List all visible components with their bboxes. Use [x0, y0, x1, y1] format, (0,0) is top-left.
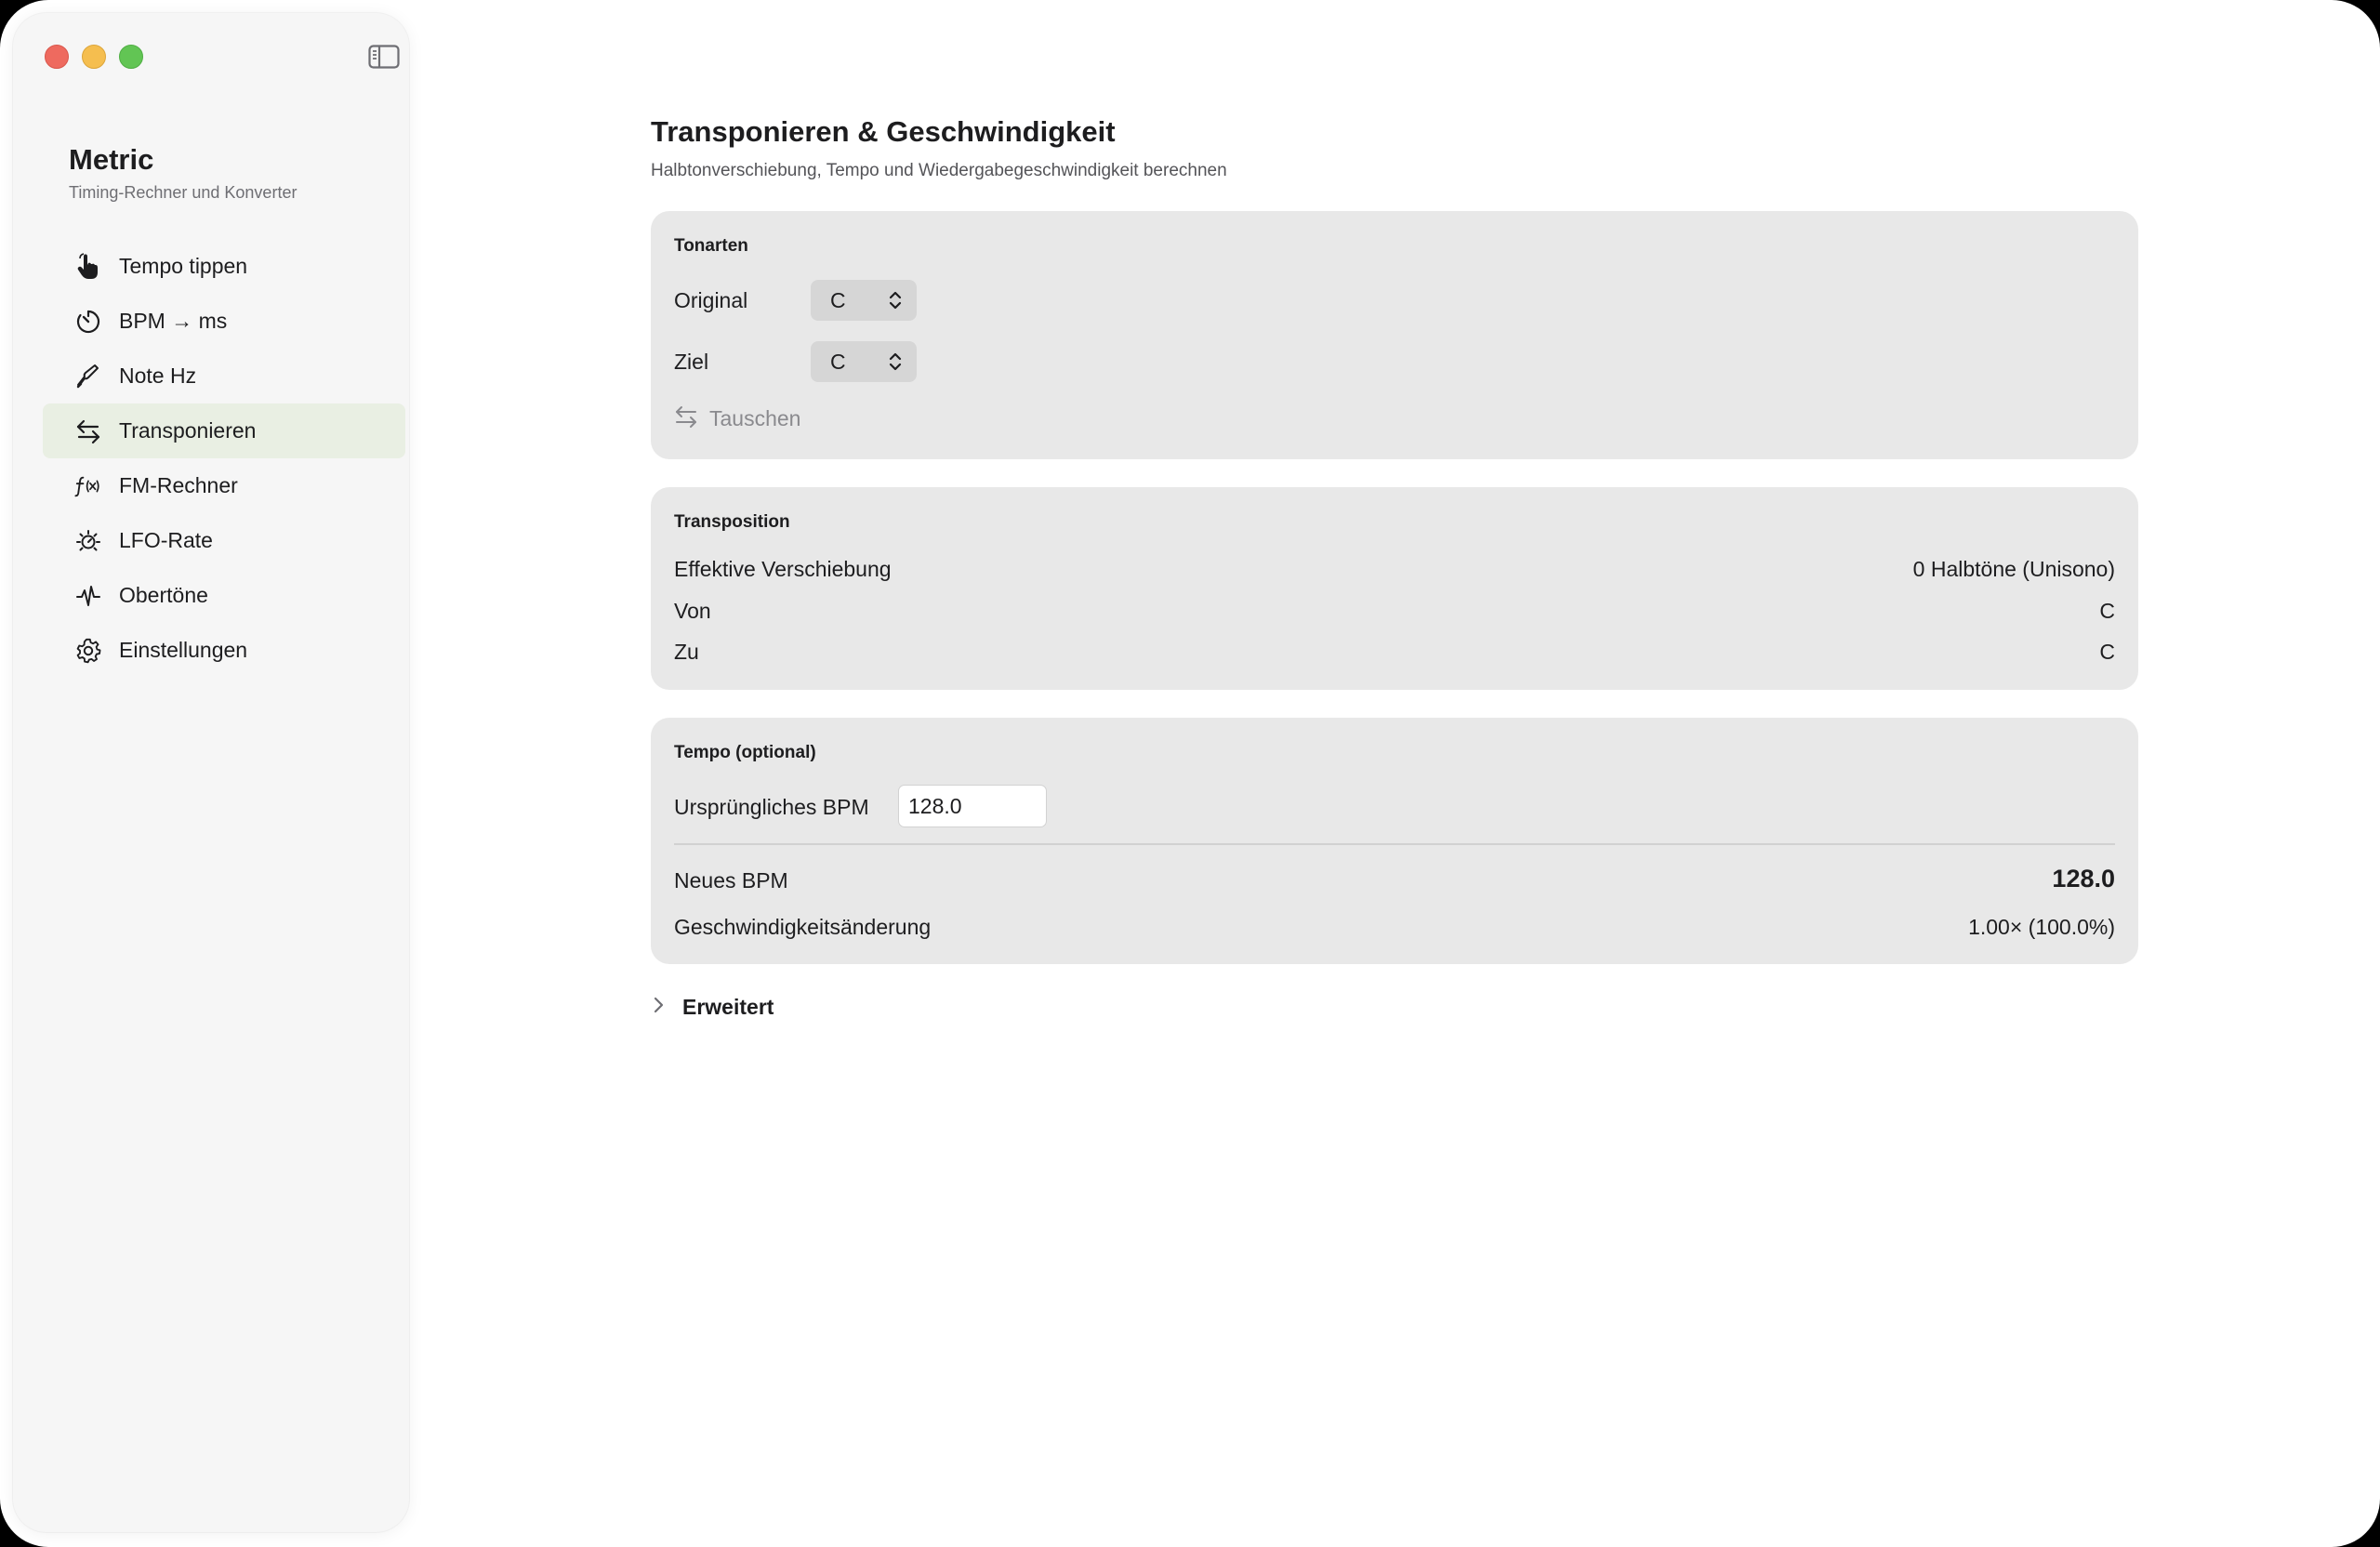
function-icon	[74, 472, 102, 500]
swap-arrows-icon	[74, 417, 102, 445]
original-bpm-label: Ursprüngliches BPM	[674, 795, 869, 819]
swap-arrows-icon	[674, 403, 698, 434]
sidebar-item-label: BPM → ms	[119, 309, 228, 333]
app-window: Metric Timing-Rechner und Konverter Temp…	[0, 0, 2380, 1547]
timer-icon	[74, 308, 102, 336]
original-key-label: Original	[674, 288, 748, 312]
chevron-right-icon	[651, 995, 666, 1020]
shift-value: 0 Halbtöne (Unisono)	[1912, 557, 2115, 581]
to-value: C	[2099, 640, 2115, 664]
sidebar-item-label: Obertöne	[119, 583, 208, 607]
new-bpm-value: 128.0	[2052, 865, 2115, 892]
tempo-card: Tempo (optional) Ursprüngliches BPM Neue…	[651, 718, 2138, 964]
original-bpm-input[interactable]	[898, 785, 1047, 827]
speed-change-label: Geschwindigkeitsänderung	[674, 915, 932, 939]
sidebar: Metric Timing-Rechner und Konverter Temp…	[13, 13, 409, 1532]
gear-icon	[74, 637, 102, 665]
minimize-window-button[interactable]	[82, 45, 106, 69]
waveform-icon	[74, 582, 102, 610]
sidebar-item-label: Tempo tippen	[119, 254, 248, 278]
shift-label: Effektive Verschiebung	[674, 557, 892, 581]
sidebar-item-label: Einstellungen	[119, 638, 248, 662]
target-key-select[interactable]: C	[811, 341, 917, 382]
from-value: C	[2099, 599, 2115, 623]
keys-card-title: Tonarten	[674, 236, 748, 256]
transposition-card-title: Transposition	[674, 512, 790, 532]
zoom-window-button[interactable]	[119, 45, 143, 69]
sidebar-item-label: LFO-Rate	[119, 528, 213, 552]
swap-button[interactable]: Tauschen	[674, 403, 800, 434]
page-subtitle: Halbtonverschiebung, Tempo und Wiedergab…	[651, 161, 1227, 180]
close-window-button[interactable]	[45, 45, 69, 69]
sidebar-item-bpm-ms[interactable]: BPM → ms	[43, 294, 405, 349]
target-key-value: C	[830, 350, 846, 374]
keys-card: Tonarten Original C Ziel C Tauschen	[651, 211, 2138, 459]
sun-dial-icon	[74, 527, 102, 555]
transposition-card: Transposition Effektive Verschiebung 0 H…	[651, 487, 2138, 690]
new-bpm-label: Neues BPM	[674, 868, 788, 892]
sidebar-item-obertoene[interactable]: Obertöne	[43, 568, 405, 623]
sidebar-item-label: Note Hz	[119, 364, 197, 388]
sidebar-item-label: Transponieren	[119, 418, 257, 443]
tempo-card-title: Tempo (optional)	[674, 743, 816, 762]
sidebar-item-lfo-rate[interactable]: LFO-Rate	[43, 513, 405, 568]
advanced-disclosure[interactable]: Erweitert	[651, 991, 774, 1023]
sidebar-item-einstellungen[interactable]: Einstellungen	[43, 623, 405, 678]
app-title: Metric	[69, 143, 154, 176]
sidebar-item-note-hz[interactable]: Note Hz	[43, 349, 405, 403]
original-key-value: C	[830, 288, 846, 312]
from-label: Von	[674, 599, 711, 623]
sidebar-item-tempo-tippen[interactable]: Tempo tippen	[43, 239, 405, 294]
chevron-up-down-icon	[889, 350, 902, 373]
tap-hand-icon	[74, 252, 102, 281]
swap-label: Tauschen	[709, 405, 801, 430]
sidebar-item-transponieren[interactable]: Transponieren	[43, 403, 405, 458]
speed-change-value: 1.00× (100.0%)	[1968, 915, 2115, 939]
divider	[674, 843, 2115, 845]
chevron-up-down-icon	[889, 289, 902, 311]
sidebar-nav: Tempo tippen BPM → ms Note Hz Transponie…	[43, 239, 405, 678]
app-subtitle: Timing-Rechner und Konverter	[69, 183, 298, 202]
target-key-label: Ziel	[674, 350, 709, 374]
original-key-select[interactable]: C	[811, 280, 917, 321]
sidebar-toggle-icon[interactable]	[368, 45, 400, 69]
advanced-label: Erweitert	[682, 994, 774, 1019]
sidebar-item-label: FM-Rechner	[119, 473, 238, 497]
sidebar-item-fm-rechner[interactable]: FM-Rechner	[43, 458, 405, 513]
to-label: Zu	[674, 640, 699, 664]
tuning-fork-icon	[74, 363, 102, 390]
page-title: Transponieren & Geschwindigkeit	[651, 115, 1116, 148]
